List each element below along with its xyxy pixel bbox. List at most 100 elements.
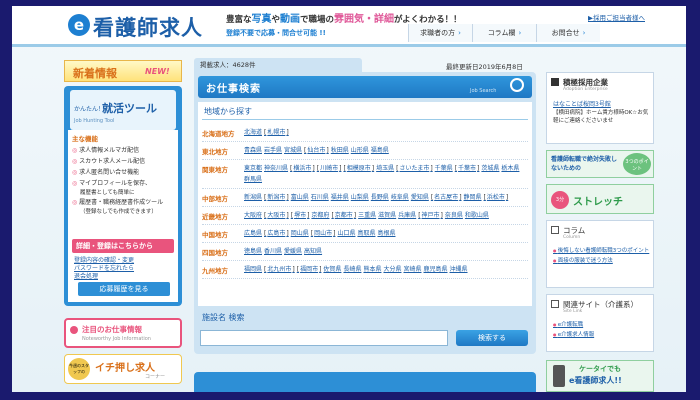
job-count: 掲載求人：4628件 — [194, 58, 362, 72]
prefecture-link[interactable]: 山形県 — [351, 145, 369, 156]
prefecture-link[interactable]: 島根県 — [377, 228, 395, 239]
prefecture-link[interactable]: 相模原市 — [343, 163, 374, 174]
application-history-button[interactable]: 応募履歴を見る — [78, 282, 170, 296]
prefecture-link[interactable]: 兵庫県 — [398, 210, 416, 221]
search-button[interactable]: 検索する — [456, 330, 528, 346]
prefecture-link[interactable]: 仙台市 — [304, 145, 329, 156]
prefecture-link[interactable]: 愛媛県 — [284, 246, 302, 257]
prefecture-link[interactable]: 富山県 — [291, 192, 309, 203]
prefecture-link[interactable]: 茨城県 — [481, 163, 499, 174]
prefecture-link[interactable]: 福岡市 — [297, 264, 322, 275]
prefecture-link[interactable]: 山口県 — [337, 228, 355, 239]
prefecture-link[interactable]: 岡山県 — [291, 228, 309, 239]
prefecture-link[interactable]: 千葉県 — [435, 163, 453, 174]
prefecture-link[interactable]: 神奈川県 — [264, 163, 288, 174]
prefecture-link[interactable]: 徳島県 — [244, 246, 262, 257]
prefecture-list: 広島県広島市岡山県岡山市山口県鳥取県島根県 — [244, 228, 528, 239]
region-name: 北海道地方 — [202, 130, 235, 138]
staff-pick-banner[interactable]: 今週のスタッフの イチ押し求人 コーナー — [64, 354, 182, 384]
recruiter-link[interactable]: ▶採用ご担当者様へ — [588, 12, 645, 22]
site-logo[interactable]: e 看護師求人 — [68, 12, 218, 40]
forgot-password-link[interactable]: パスワードを忘れたら — [74, 265, 134, 273]
prefecture-link[interactable]: さいたま市 — [396, 163, 433, 174]
stretch-banner[interactable]: 3分 ストレッチ — [546, 184, 654, 214]
window-frame-right — [686, 0, 700, 400]
prefecture-link[interactable]: 滋賀県 — [378, 210, 396, 221]
prefecture-link[interactable]: 和歌山県 — [465, 210, 489, 221]
prefecture-link[interactable]: 岩手県 — [264, 145, 282, 156]
prefecture-link[interactable]: 鹿児島県 — [424, 264, 448, 275]
prefecture-link[interactable]: 愛知県 — [411, 192, 429, 203]
nav-column[interactable]: コラム欄 › — [472, 24, 536, 42]
career-tips-banner[interactable]: 看護師転職で絶対失敗しないための 3つのポイント — [546, 150, 654, 178]
edit-registration-link[interactable]: 登録内容の確認・変更 — [74, 257, 134, 265]
prefecture-link[interactable]: 佐賀県 — [323, 264, 341, 275]
prefecture-link[interactable]: 京都府 — [311, 210, 329, 221]
prefecture-link[interactable]: 神戸市 — [418, 210, 443, 221]
prefecture-link[interactable]: 奈良県 — [445, 210, 463, 221]
prefecture-link[interactable]: 鳥取県 — [357, 228, 375, 239]
noteworthy-jobs-banner[interactable]: 注目のお仕事情報 Noteworthy Job Information — [64, 318, 182, 348]
prefecture-link[interactable]: 沖縄県 — [450, 264, 468, 275]
prefecture-link[interactable]: 石川県 — [311, 192, 329, 203]
prefecture-link[interactable]: 千葉市 — [455, 163, 480, 174]
register-button[interactable]: 詳細・登録はこちらから — [72, 239, 174, 253]
prefecture-link[interactable]: 宮崎県 — [403, 264, 421, 275]
prefecture-link[interactable]: 広島市 — [264, 228, 289, 239]
page: e 看護師求人 豊富な写真や動画で職場の雰囲気・詳細がよくわかる！！ 登録不要で… — [12, 6, 686, 392]
prefecture-link[interactable]: 長崎県 — [343, 264, 361, 275]
prefecture-link[interactable]: 埼玉県 — [376, 163, 394, 174]
prefecture-link[interactable]: 福井県 — [331, 192, 349, 203]
prefecture-link[interactable]: 山梨県 — [351, 192, 369, 203]
prefecture-link[interactable]: 京都市 — [331, 210, 356, 221]
new-info-banner[interactable]: 新着情報 NEW! — [64, 60, 182, 82]
facility-search-input[interactable] — [200, 330, 448, 346]
prefecture-link[interactable]: 熊本県 — [363, 264, 381, 275]
region-name: 九州地方 — [202, 267, 228, 275]
prefecture-link[interactable]: 北九州市 — [264, 264, 295, 275]
withdraw-link[interactable]: 退会処理 — [74, 273, 134, 281]
prefecture-link[interactable]: 大分県 — [383, 264, 401, 275]
prefecture-link[interactable]: 福島県 — [371, 145, 389, 156]
nav-job-seekers[interactable]: 求職者の方 › — [408, 24, 472, 42]
column-link[interactable]: 後悔しない看護師転職3つのポイント — [553, 247, 651, 255]
main-functions-heading: 主な機能 — [72, 135, 98, 143]
prefecture-link[interactable]: 秋田県 — [331, 145, 349, 156]
prefecture-link[interactable]: 岐阜県 — [391, 192, 409, 203]
prefecture-link[interactable]: 大阪府 — [244, 210, 262, 221]
prefecture-link[interactable]: 名古屋市 — [431, 192, 462, 203]
account-links: 登録内容の確認・変更 パスワードを忘れたら 退会処理 — [74, 257, 134, 281]
sub-tagline: 登録不要で応募・問合せ可能 !! — [226, 29, 326, 37]
prefecture-link[interactable]: 栃木県 — [501, 163, 519, 174]
prefecture-list: 徳島県 香川県 愛媛県 高知県 — [244, 246, 528, 257]
prefecture-link[interactable]: 札幌市 — [264, 127, 289, 138]
related-link[interactable]: e介護求人情報 — [553, 331, 651, 339]
related-link[interactable]: e介護転職 — [553, 321, 651, 329]
prefecture-link[interactable]: 福岡県 — [244, 264, 262, 275]
prefecture-link[interactable]: 大阪市 — [264, 210, 289, 221]
prefecture-link[interactable]: 群馬県 — [244, 174, 262, 185]
prefecture-link[interactable]: 香川県 — [264, 246, 282, 257]
related-links: e介護転職 e介護求人情報 — [553, 321, 651, 341]
prefecture-link[interactable]: 長野県 — [371, 192, 389, 203]
prefecture-link[interactable]: 川崎市 — [317, 163, 342, 174]
prefecture-link[interactable]: 三重県 — [358, 210, 376, 221]
prefecture-link[interactable]: 北海道 — [244, 127, 262, 138]
column-link[interactable]: 面接の服装で迷う方法 — [553, 257, 651, 265]
prefecture-link[interactable]: 新潟県 — [244, 192, 262, 203]
tagline-atmosphere: 雰囲気・詳細 — [334, 14, 395, 25]
employer-link[interactable]: はなことば桜岡3号館 — [553, 99, 611, 108]
prefecture-link[interactable]: 高知県 — [304, 246, 322, 257]
nav-contact[interactable]: お問合せ › — [536, 24, 600, 42]
prefecture-link[interactable]: 新潟市 — [264, 192, 289, 203]
prefecture-link[interactable]: 静岡県 — [464, 192, 482, 203]
mobile-site-banner[interactable]: ケータイでも e看護師求人!! — [546, 360, 654, 392]
prefecture-link[interactable]: 堺市 — [291, 210, 310, 221]
prefecture-link[interactable]: 青森県 — [244, 145, 262, 156]
prefecture-link[interactable]: 東京都 — [244, 163, 262, 174]
prefecture-link[interactable]: 岡山市 — [311, 228, 336, 239]
prefecture-link[interactable]: 広島県 — [244, 228, 262, 239]
prefecture-link[interactable]: 浜松市 — [484, 192, 509, 203]
prefecture-link[interactable]: 横浜市 — [290, 163, 315, 174]
prefecture-link[interactable]: 宮城県 — [284, 145, 302, 156]
